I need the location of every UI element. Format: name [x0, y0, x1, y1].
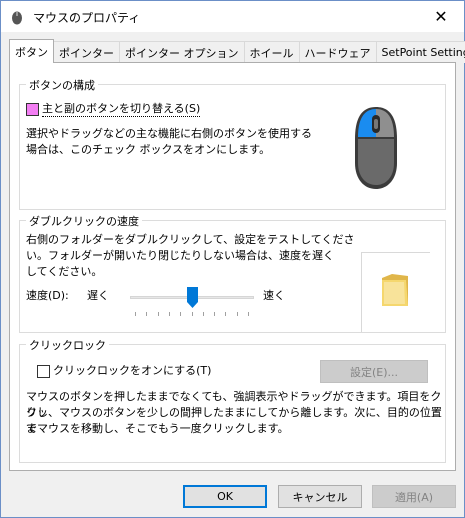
title-bar: マウスのプロパティ ✕: [1, 1, 464, 32]
slider-tick: [180, 312, 182, 316]
double-click-group: ダブルクリックの速度 右側のフォルダーをダブルクリックして、設定をテストしてくだ…: [19, 213, 446, 333]
ok-button[interactable]: OK: [183, 485, 267, 508]
tab-strip: ボタン ポインター ポインター オプション ホイール ハードウェア SetPoi…: [9, 39, 465, 63]
close-button[interactable]: ✕: [418, 1, 464, 32]
apply-button[interactable]: 適用(A): [372, 485, 456, 508]
double-click-desc-3: してください。: [26, 265, 103, 278]
slider-tick: [135, 312, 136, 316]
tab-buttons[interactable]: ボタン: [9, 39, 54, 63]
button-config-group: ボタンの構成 主と副のボタンを切り替える(S) 選択やドラッグなどの主な機能に右…: [19, 77, 446, 210]
slider-ticks: [130, 312, 254, 316]
tab-setpoint-settings[interactable]: SetPoint Settings: [375, 41, 465, 63]
slider-tick: [202, 312, 204, 316]
window-title: マウスのプロパティ: [33, 11, 141, 25]
double-click-speed-slider[interactable]: [130, 286, 254, 318]
tab-hardware[interactable]: ハードウェア: [298, 41, 377, 63]
click-lock-label: クリックロック: [26, 337, 109, 353]
slider-tick: [248, 312, 249, 316]
slider-tick: [146, 312, 148, 316]
speed-label: 速度(D):: [26, 289, 69, 302]
slider-tick: [214, 312, 216, 316]
button-config-desc-2: 場合は、このチェック ボックスをオンにします。: [26, 143, 271, 156]
tab-pointers[interactable]: ポインター: [53, 41, 120, 63]
button-config-label: ボタンの構成: [26, 77, 98, 93]
tab-panel-buttons: ボタンの構成 主と副のボタンを切り替える(S) 選択やドラッグなどの主な機能に右…: [9, 62, 456, 471]
test-folder-area[interactable]: [361, 252, 430, 332]
slider-tick: [236, 312, 238, 316]
slider-tick: [225, 312, 227, 316]
slider-thumb[interactable]: [186, 287, 198, 308]
fast-label: 速く: [263, 289, 285, 302]
mouse-illustration-icon: [355, 107, 397, 189]
click-lock-checkbox-label[interactable]: クリックロックをオンにする(T): [53, 363, 211, 379]
switch-buttons-label[interactable]: 主と副のボタンを切り替える(S): [42, 101, 201, 117]
mouse-icon: [12, 11, 22, 25]
slow-label: 遅く: [87, 289, 109, 302]
folder-icon: [382, 274, 408, 306]
tab-wheel[interactable]: ホイール: [243, 41, 300, 63]
double-click-desc-2: い。フォルダーが開いたり閉じたりしない場合は、速度を遅く: [26, 249, 334, 262]
double-click-desc-1: 右側のフォルダーをダブルクリックして、設定をテストしてくださ: [26, 233, 355, 246]
mouse-properties-window: マウスのプロパティ ✕ ボタン ポインター ポインター オプション ホイール ハ…: [0, 0, 465, 518]
button-config-desc-1: 選択やドラッグなどの主な機能に右側のボタンを使用する: [26, 127, 312, 140]
click-lock-group: クリックロック クリックロックをオンにする(T) 設定(E)... マウスのボタ…: [19, 337, 446, 463]
click-lock-checkbox[interactable]: [37, 365, 50, 378]
slider-tick: [157, 312, 159, 316]
switch-buttons-checkbox[interactable]: [26, 103, 39, 116]
double-click-label: ダブルクリックの速度: [26, 213, 142, 229]
close-icon: ✕: [434, 7, 448, 26]
slider-tick: [191, 312, 193, 316]
click-lock-settings-button[interactable]: 設定(E)...: [320, 360, 428, 383]
slider-tick: [168, 312, 170, 316]
tab-pointer-options[interactable]: ポインター オプション: [119, 41, 245, 63]
click-lock-desc-3: でマウスを移動し、そこでもう一度クリックします。: [26, 422, 289, 435]
cancel-button[interactable]: キャンセル: [278, 485, 362, 508]
